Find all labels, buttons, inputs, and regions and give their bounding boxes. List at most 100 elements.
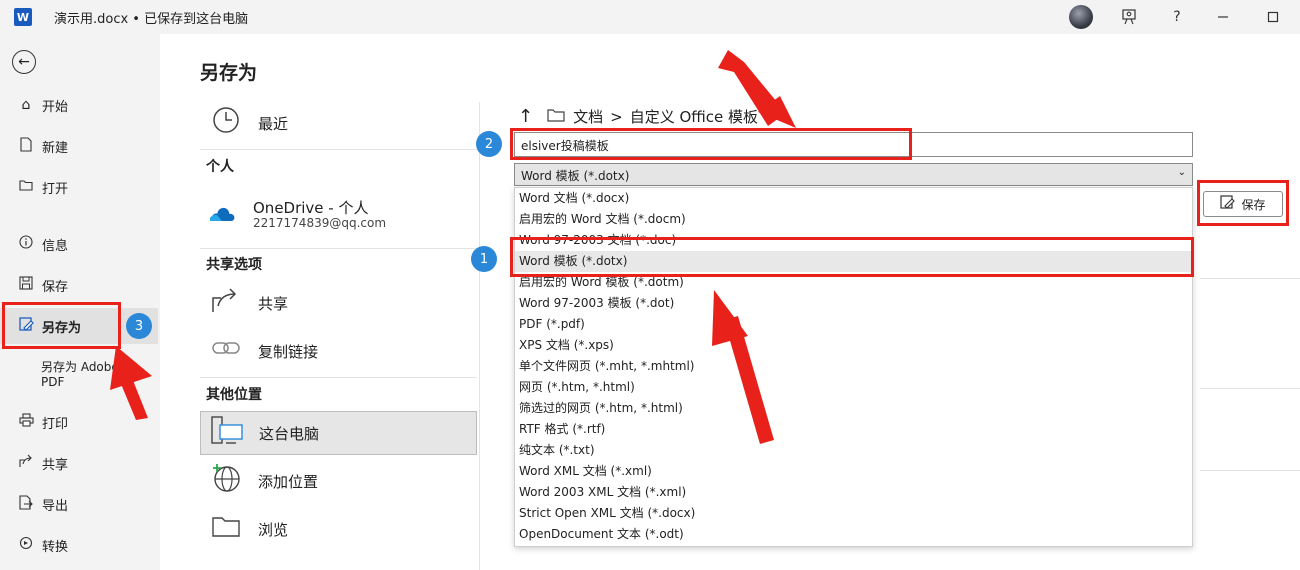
nav-label: 保存 <box>42 279 69 295</box>
nav-save-as-adobe-pdf[interactable]: 另存为 Adobe PDF <box>41 360 121 390</box>
help-icon[interactable]: ? <box>1166 6 1188 28</box>
file-type-option[interactable]: 单个文件网页 (*.mht, *.mhtml) <box>515 356 1192 377</box>
file-type-select[interactable]: Word 模板 (*.dotx) ⌄ <box>514 163 1193 186</box>
maximize-icon[interactable] <box>1262 6 1284 28</box>
file-type-option[interactable]: RTF 格式 (*.rtf) <box>515 419 1192 440</box>
link-icon <box>206 338 246 364</box>
print-icon <box>17 413 35 431</box>
nav-label: 新建 <box>42 140 69 156</box>
divider <box>200 248 477 249</box>
location-label: 复制链接 <box>258 342 319 361</box>
onedrive-email: 2217174839@qq.com <box>253 216 387 230</box>
page-title: 另存为 <box>200 62 258 84</box>
share-icon <box>206 286 246 320</box>
file-type-option[interactable]: Word 2003 XML 文档 (*.xml) <box>515 482 1192 503</box>
location-label: 这台电脑 <box>259 424 320 443</box>
divider <box>1200 470 1300 471</box>
up-arrow-icon[interactable]: ↑ <box>518 106 533 127</box>
column-divider <box>479 102 480 570</box>
highlight-save-button <box>1197 180 1289 226</box>
nav-save[interactable]: 保存 <box>0 267 158 303</box>
convert-icon <box>17 536 35 554</box>
export-icon <box>17 494 35 514</box>
breadcrumb-separator: > <box>610 107 623 126</box>
divider <box>200 149 477 150</box>
location-this-pc[interactable]: 这台电脑 <box>200 411 477 455</box>
file-type-option[interactable]: 启用宏的 Word 文档 (*.docm) <box>515 209 1192 230</box>
highlight-filetype-option <box>510 237 1194 277</box>
step-badge-3: 3 <box>126 313 152 339</box>
globe-add-icon <box>206 463 246 499</box>
computer-icon <box>207 415 247 451</box>
nav-print[interactable]: 打印 <box>0 404 158 440</box>
nav-label: 转换 <box>42 539 69 555</box>
location-recent[interactable]: 最近 <box>200 101 477 145</box>
file-type-option[interactable]: Word XML 文档 (*.xml) <box>515 461 1192 482</box>
nav-open[interactable]: 打开 <box>0 169 158 205</box>
location-share[interactable]: 共享 <box>200 281 477 325</box>
breadcrumb-root[interactable]: 文档 <box>573 106 603 127</box>
nav-info[interactable]: 信息 <box>0 226 158 262</box>
nav-convert[interactable]: 转换 <box>0 527 158 563</box>
file-type-option[interactable]: Strict Open XML 文档 (*.docx) <box>515 503 1192 524</box>
section-other-locations: 其他位置 <box>206 387 262 403</box>
onedrive-cloud-icon <box>210 207 235 221</box>
file-type-option[interactable]: 网页 (*.htm, *.html) <box>515 377 1192 398</box>
nav-label: 导出 <box>42 498 69 514</box>
nav-label: 开始 <box>42 99 69 115</box>
breadcrumb: ↑ 文档 > 自定义 Office 模板 <box>518 106 758 127</box>
save-icon <box>17 276 35 294</box>
highlight-save-as-nav <box>2 302 121 349</box>
nav-new[interactable]: 新建 <box>0 128 158 164</box>
clock-icon <box>206 106 246 140</box>
file-type-option[interactable]: Word 文档 (*.docx) <box>515 188 1192 209</box>
minimize-icon[interactable] <box>1212 6 1234 28</box>
file-type-option[interactable]: 筛选过的网页 (*.htm, *.html) <box>515 398 1192 419</box>
file-type-option[interactable]: 纯文本 (*.txt) <box>515 440 1192 461</box>
title-bar: W 演示用.docx • 已保存到这台电脑 ? <box>0 0 1300 34</box>
file-type-option[interactable]: XPS 文档 (*.xps) <box>515 335 1192 356</box>
new-doc-icon <box>17 136 35 156</box>
home-icon: ⌂ <box>21 97 31 113</box>
location-label: 添加位置 <box>258 472 319 491</box>
avatar[interactable] <box>1069 5 1093 29</box>
location-label: 最近 <box>258 114 289 133</box>
section-personal: 个人 <box>206 159 234 175</box>
file-type-option[interactable]: PDF (*.pdf) <box>515 314 1192 335</box>
section-shared: 共享选项 <box>206 257 262 273</box>
save-as-panel: 另存为 最近 个人 OneDrive - 个人 2217174839@qq.co… <box>160 34 1300 570</box>
highlight-filename <box>510 128 912 160</box>
breadcrumb-current[interactable]: 自定义 Office 模板 <box>630 106 758 127</box>
chevron-down-icon: ⌄ <box>1177 167 1186 178</box>
file-type-option[interactable]: OpenDocument 文本 (*.odt) <box>515 524 1192 545</box>
nav-label: 信息 <box>42 238 69 254</box>
person-feedback-icon[interactable] <box>1118 6 1140 28</box>
nav-share[interactable]: 共享 <box>0 445 158 481</box>
folder-icon <box>206 514 246 544</box>
share-icon <box>17 454 35 472</box>
step-badge-2: 2 <box>476 131 502 157</box>
location-browse[interactable]: 浏览 <box>200 507 477 551</box>
nav-label: 打印 <box>42 416 69 432</box>
file-type-option[interactable]: Word 97-2003 模板 (*.dot) <box>515 293 1192 314</box>
word-app-icon: W <box>14 8 32 26</box>
nav-home[interactable]: ⌂ 开始 <box>0 87 158 123</box>
info-icon <box>17 235 35 253</box>
location-label: 浏览 <box>258 520 289 539</box>
back-arrow-icon[interactable]: ← <box>12 50 36 74</box>
step-badge-1: 1 <box>471 246 497 272</box>
file-type-selected: Word 模板 (*.dotx) <box>521 169 630 183</box>
nav-label: 打开 <box>42 181 69 197</box>
folder-open-icon <box>17 179 35 195</box>
document-title: 演示用.docx • 已保存到这台电脑 <box>54 12 249 27</box>
location-copy-link[interactable]: 复制链接 <box>200 329 477 373</box>
divider <box>200 377 477 378</box>
divider <box>1200 278 1300 279</box>
location-add-place[interactable]: 添加位置 <box>200 459 477 503</box>
location-label: 共享 <box>258 294 289 313</box>
divider <box>1200 388 1300 389</box>
nav-label: 共享 <box>42 457 69 473</box>
folder-icon <box>547 108 565 126</box>
nav-export[interactable]: 导出 <box>0 486 158 522</box>
onedrive-name: OneDrive - 个人 <box>253 199 369 217</box>
